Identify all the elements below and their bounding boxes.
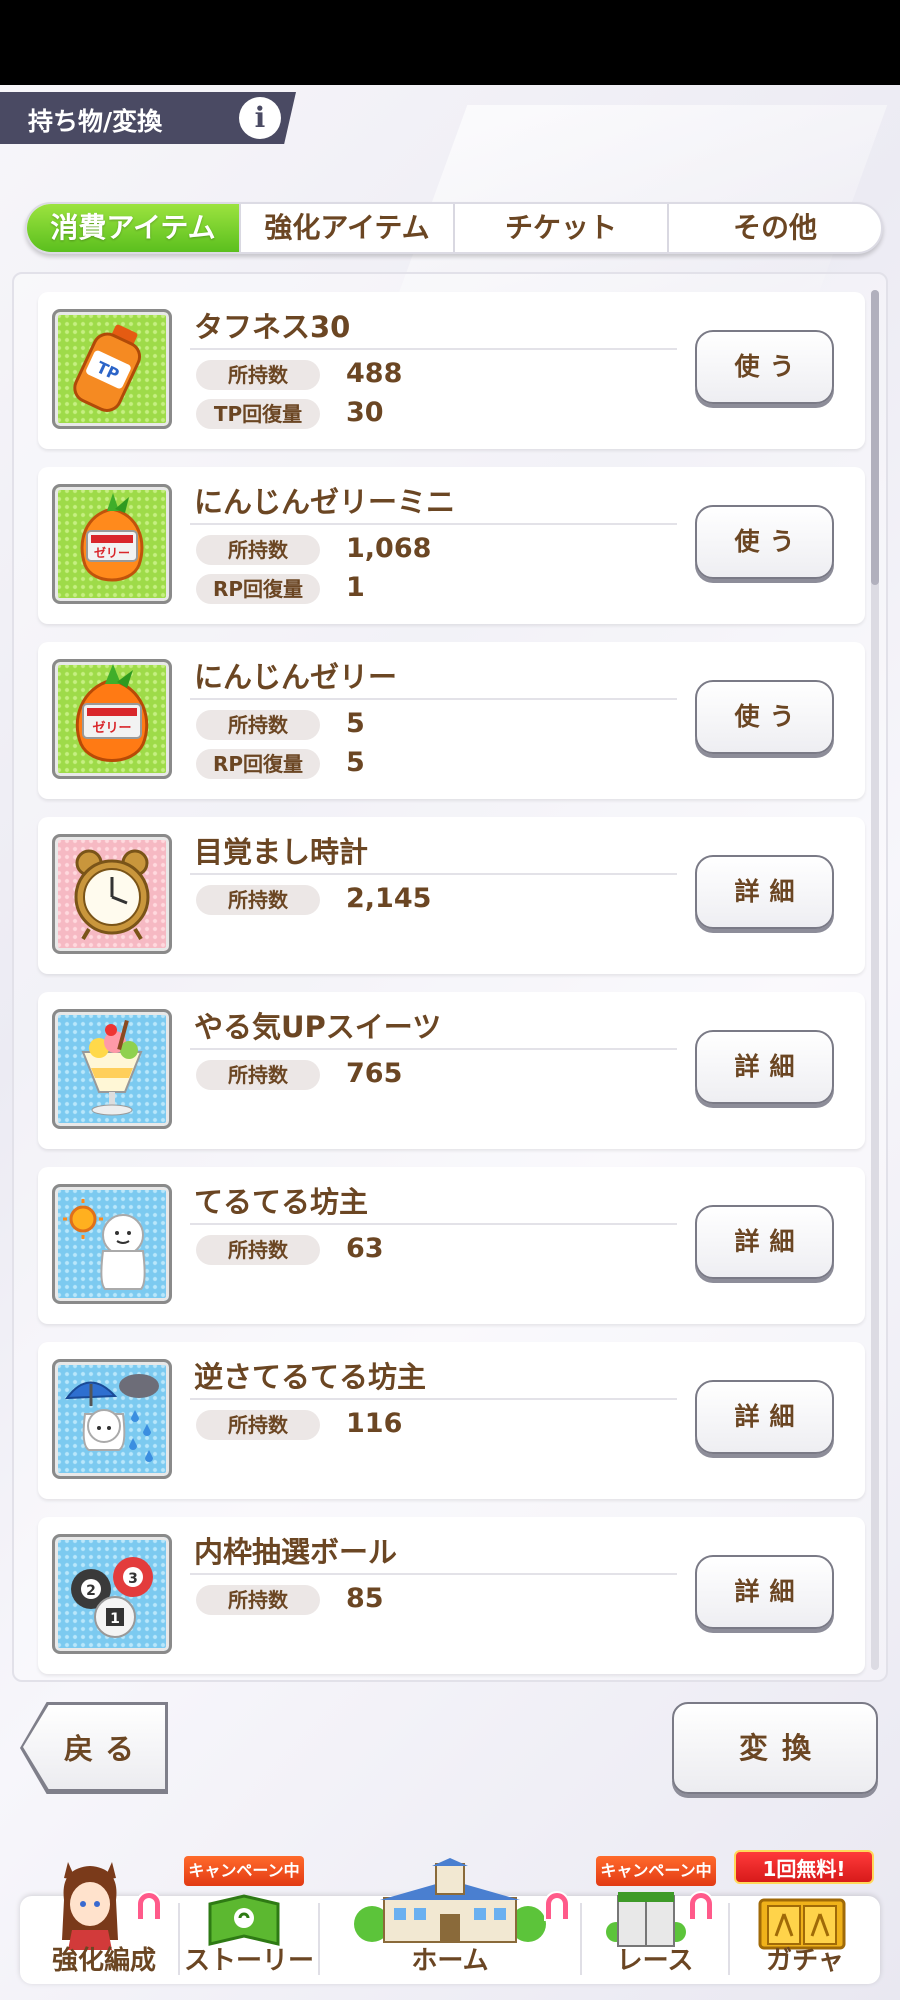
svg-text:2: 2: [86, 1583, 96, 1599]
nav-home[interactable]: ホーム: [320, 1850, 580, 1985]
carrot-jelly-mini-icon: ゼリー: [52, 484, 172, 604]
stat-value: 2,145: [346, 883, 432, 914]
school-building-icon: [354, 1858, 546, 1943]
nav-race[interactable]: キャンペーン中 レース: [582, 1850, 728, 1985]
item-name: にんじんゼリーミニ: [194, 485, 456, 519]
character-avatar-icon: [62, 1862, 118, 1950]
stat-label: 所持数: [196, 535, 320, 565]
svg-text:1: 1: [110, 1611, 120, 1627]
list-item: ゼリー にんじんゼリーミニ 所持数 1,068 RP回復量 1 使う: [38, 467, 865, 624]
list-item: 逆さてるてる坊主 所持数 116 詳細: [38, 1342, 865, 1499]
details-button[interactable]: 詳細: [695, 1030, 834, 1104]
use-button[interactable]: 使う: [695, 330, 834, 404]
stat-value: 116: [346, 1408, 403, 1439]
svg-text:3: 3: [128, 1571, 138, 1587]
list-item: やる気UPスイーツ 所持数 765 詳細: [38, 992, 865, 1149]
item-name: 目覚まし時計: [194, 835, 369, 869]
divider: [190, 873, 677, 875]
status-bar: [0, 0, 900, 85]
tab-consumables[interactable]: 消費アイテム: [27, 204, 241, 252]
item-name: 逆さてるてる坊主: [194, 1360, 427, 1394]
nav-gacha[interactable]: 1回無料! ガチャ: [730, 1850, 880, 1985]
details-button[interactable]: 詳細: [695, 1380, 834, 1454]
nav-enhance[interactable]: 強化編成: [30, 1850, 178, 1985]
item-name: 内枠抽選ボール: [194, 1535, 398, 1569]
tp-bottle-icon: TP: [52, 309, 172, 429]
tab-tickets[interactable]: チケット: [455, 204, 669, 252]
details-button[interactable]: 詳細: [695, 1205, 834, 1279]
stat-label: 所持数: [196, 360, 320, 390]
stat-label: 所持数: [196, 710, 320, 740]
svg-text:ゼリー: ゼリー: [92, 720, 131, 736]
use-button[interactable]: 使う: [695, 505, 834, 579]
scrollbar-thumb[interactable]: [871, 290, 879, 585]
campaign-badge: キャンペーン中: [184, 1856, 304, 1886]
details-button[interactable]: 詳細: [695, 1555, 834, 1629]
stat-label: TP回復量: [196, 399, 320, 429]
list-item: てるてる坊主 所持数 63 詳細: [38, 1167, 865, 1324]
divider: [190, 523, 677, 525]
item-name: やる気UPスイーツ: [194, 1010, 442, 1044]
lottery-balls-icon: 2 3 1: [52, 1534, 172, 1654]
scrollbar[interactable]: [871, 290, 879, 1670]
list-item: ゼリー にんじんゼリー 所持数 5 RP回復量 5 使う: [38, 642, 865, 799]
list-item: TP タフネス30 所持数 488 TP回復量 30 使う: [38, 292, 865, 449]
tab-other[interactable]: その他: [669, 204, 881, 252]
stat-value: 1: [346, 572, 365, 603]
stat-label: 所持数: [196, 1585, 320, 1615]
item-name: てるてる坊主: [194, 1185, 369, 1219]
divider: [190, 1048, 677, 1050]
nav-story[interactable]: キャンペーン中 ストーリー: [180, 1850, 318, 1985]
tab-enhancement[interactable]: 強化アイテム: [241, 204, 455, 252]
item-name: タフネス30: [194, 310, 351, 344]
stat-value: 5: [346, 708, 365, 739]
back-button-label: 戻る: [64, 1732, 147, 1766]
stat-label: 所持数: [196, 1060, 320, 1090]
stat-value: 5: [346, 747, 365, 778]
use-button[interactable]: 使う: [695, 680, 834, 754]
divider: [190, 1398, 677, 1400]
divider: [190, 698, 677, 700]
free-badge: 1回無料!: [734, 1850, 874, 1884]
stat-label: 所持数: [196, 1410, 320, 1440]
divider: [190, 348, 677, 350]
details-button[interactable]: 詳細: [695, 855, 834, 929]
horseshoe-icon: [688, 1891, 714, 1921]
nav-label: レース: [616, 1946, 694, 1976]
parfait-icon: [52, 1009, 172, 1129]
nav-label: ストーリー: [183, 1946, 314, 1976]
upside-down-teru-teru-bozu-icon: [52, 1359, 172, 1479]
page-title: 持ち物/変換: [28, 107, 163, 136]
stat-value: 30: [346, 397, 384, 428]
stat-value: 488: [346, 358, 403, 389]
alarm-clock-icon: [52, 834, 172, 954]
carrot-jelly-icon: ゼリー: [52, 659, 172, 779]
teru-teru-bozu-icon: [52, 1184, 172, 1304]
nav-label: 強化編成: [51, 1946, 156, 1976]
info-icon[interactable]: i: [239, 97, 281, 139]
stat-value: 63: [346, 1233, 384, 1264]
stat-label: RP回復量: [196, 749, 320, 779]
stat-label: 所持数: [196, 885, 320, 915]
divider: [190, 1573, 677, 1575]
tab-bar: 消費アイテム 強化アイテム チケット その他: [25, 202, 883, 254]
stat-label: RP回復量: [196, 574, 320, 604]
stat-label: 所持数: [196, 1235, 320, 1265]
horseshoe-icon: [136, 1891, 162, 1921]
stat-value: 85: [346, 1583, 384, 1614]
stat-value: 1,068: [346, 533, 432, 564]
back-button[interactable]: 戻る: [20, 1702, 168, 1794]
convert-button[interactable]: 変換: [672, 1702, 878, 1794]
campaign-badge: キャンペーン中: [596, 1856, 716, 1886]
horseshoe-icon: [544, 1891, 570, 1921]
nav-label: ホーム: [411, 1946, 489, 1976]
svg-text:ゼリー: ゼリー: [94, 545, 130, 560]
stat-value: 765: [346, 1058, 403, 1089]
list-item: 目覚まし時計 所持数 2,145 詳細: [38, 817, 865, 974]
list-item: 2 3 1 内枠抽選ボール 所持数 85 詳細: [38, 1517, 865, 1674]
item-name: にんじんゼリー: [194, 660, 398, 694]
nav-label: ガチャ: [766, 1946, 844, 1976]
divider: [190, 1223, 677, 1225]
